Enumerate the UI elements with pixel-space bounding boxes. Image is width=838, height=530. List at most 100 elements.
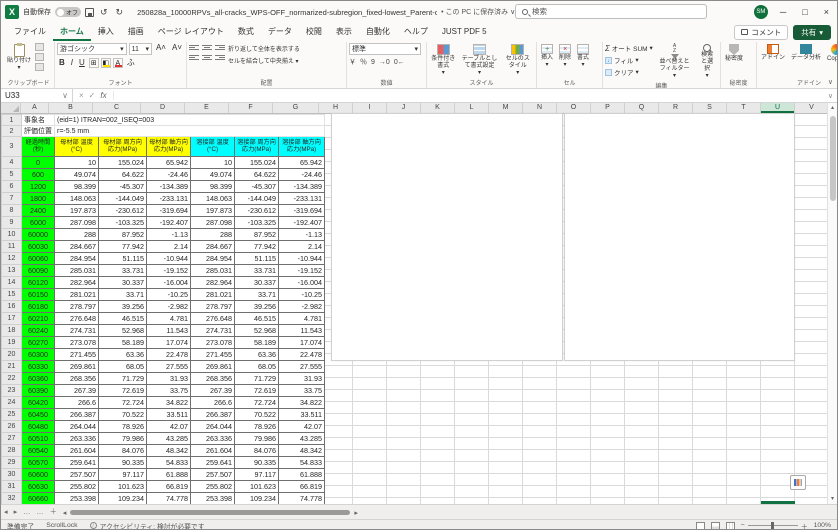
search-input[interactable]: 検索 bbox=[515, 4, 707, 19]
data-cell[interactable]: 60120 bbox=[22, 277, 55, 289]
data-cell[interactable]: 30.337 bbox=[99, 277, 147, 289]
data-cell[interactable]: -24.46 bbox=[147, 169, 191, 181]
fill-color-button[interactable]: ◧ bbox=[101, 58, 111, 68]
data-cell[interactable]: 42.07 bbox=[147, 421, 191, 433]
data-cell[interactable]: 33.731 bbox=[99, 265, 147, 277]
data-cell[interactable]: 268.356 bbox=[55, 373, 99, 385]
tab-insert[interactable]: 挿入 bbox=[91, 23, 121, 41]
decrease-decimal-icon[interactable]: 0← bbox=[394, 59, 405, 66]
data-cell[interactable]: -16.004 bbox=[147, 277, 191, 289]
data-cell[interactable]: 253.398 bbox=[55, 493, 99, 505]
data-cell[interactable]: 155.024 bbox=[99, 157, 147, 169]
zoom-slider[interactable]: − ＋ bbox=[741, 521, 808, 530]
row-header-28[interactable]: 28 bbox=[2, 445, 22, 457]
redo-icon[interactable]: ↻ bbox=[114, 7, 126, 18]
clipboard-group-label[interactable]: クリップボード bbox=[5, 78, 52, 88]
row-header-4[interactable]: 4 bbox=[2, 157, 22, 169]
tab-help[interactable]: ヘルプ bbox=[397, 23, 435, 41]
data-cell[interactable]: 278.797 bbox=[191, 301, 235, 313]
data-cell[interactable]: -10.944 bbox=[279, 253, 325, 265]
sensitivity-group-label[interactable]: 秘密度 bbox=[723, 78, 754, 88]
data-cell[interactable]: 11.543 bbox=[279, 325, 325, 337]
row-header-12[interactable]: 12 bbox=[2, 253, 22, 265]
data-cell[interactable]: -230.612 bbox=[235, 205, 279, 217]
data-cell[interactable]: 52.968 bbox=[99, 325, 147, 337]
addins-button[interactable]: アドイン bbox=[759, 43, 787, 63]
alignment-group-label[interactable]: 配置 bbox=[189, 78, 344, 88]
insert-cells-button[interactable]: +挿入▾ bbox=[539, 43, 555, 70]
more-sheets-icon[interactable]: … bbox=[33, 505, 46, 519]
page-layout-view-icon[interactable] bbox=[711, 522, 720, 530]
data-cell[interactable]: 98.399 bbox=[191, 181, 235, 193]
data-cell[interactable]: 60510 bbox=[22, 433, 55, 445]
column-header-N[interactable]: N bbox=[523, 103, 557, 113]
row-header-5[interactable]: 5 bbox=[2, 169, 22, 181]
align-center-icon[interactable] bbox=[202, 53, 212, 61]
number-group-label[interactable]: 数値 bbox=[349, 78, 424, 88]
data-cell[interactable]: 84.076 bbox=[235, 445, 279, 457]
data-cell[interactable]: 253.398 bbox=[191, 493, 235, 505]
data-cell[interactable]: 46.515 bbox=[99, 313, 147, 325]
data-cell[interactable]: 197.873 bbox=[191, 205, 235, 217]
row-header-10[interactable]: 10 bbox=[2, 229, 22, 241]
zoom-knob[interactable] bbox=[771, 522, 774, 529]
row-header-31[interactable]: 31 bbox=[2, 481, 22, 493]
zoom-track[interactable] bbox=[748, 525, 798, 526]
avatar[interactable]: SM bbox=[754, 5, 768, 19]
row-header-13[interactable]: 13 bbox=[2, 265, 22, 277]
data-cell[interactable]: 39.256 bbox=[235, 301, 279, 313]
horizontal-scroll-thumb[interactable] bbox=[70, 510, 350, 515]
data-cell[interactable]: 68.05 bbox=[99, 361, 147, 373]
tab-view[interactable]: 表示 bbox=[329, 23, 359, 41]
data-cell[interactable]: 17.074 bbox=[279, 337, 325, 349]
column-header-D[interactable]: D bbox=[141, 103, 185, 113]
data-cell[interactable]: -233.131 bbox=[279, 193, 325, 205]
autosum-button[interactable]: Σオート SUM ▾ bbox=[605, 43, 653, 53]
data-cell[interactable]: 48.342 bbox=[279, 445, 325, 457]
data-cell[interactable]: -192.407 bbox=[147, 217, 191, 229]
data-cell[interactable]: 31.93 bbox=[147, 373, 191, 385]
data-cell[interactable]: -24.46 bbox=[279, 169, 325, 181]
data-cell[interactable]: 267.39 bbox=[55, 385, 99, 397]
row-header-2[interactable]: 2 bbox=[2, 126, 22, 137]
data-cell[interactable]: 22.478 bbox=[279, 349, 325, 361]
data-cell[interactable]: 43.285 bbox=[147, 433, 191, 445]
data-cell[interactable]: 60060 bbox=[22, 253, 55, 265]
data-cell[interactable]: 79.986 bbox=[99, 433, 147, 445]
column-header-L[interactable]: L bbox=[455, 103, 489, 113]
data-cell[interactable]: -2.982 bbox=[279, 301, 325, 313]
paste-button[interactable]: 貼り付け▾ bbox=[5, 43, 33, 73]
saved-status[interactable]: • この PC に保存済み ∨ bbox=[441, 7, 515, 17]
data-cell[interactable]: 33.511 bbox=[279, 409, 325, 421]
tab-automate[interactable]: 自動化 bbox=[359, 23, 397, 41]
data-cell[interactable]: 63.36 bbox=[99, 349, 147, 361]
font-name-select[interactable]: 游ゴシック▾ bbox=[57, 43, 127, 55]
italic-button[interactable]: I bbox=[69, 58, 75, 67]
data-cell[interactable]: 287.098 bbox=[55, 217, 99, 229]
data-cell[interactable]: 48.342 bbox=[147, 445, 191, 457]
data-cell[interactable]: 276.648 bbox=[55, 313, 99, 325]
data-cell[interactable]: 61.888 bbox=[147, 469, 191, 481]
column-header-E[interactable]: E bbox=[185, 103, 229, 113]
column-header-R[interactable]: R bbox=[659, 103, 693, 113]
stress-history-chart[interactable] bbox=[564, 113, 795, 361]
data-cell[interactable]: 79.986 bbox=[235, 433, 279, 445]
row-header-16[interactable]: 16 bbox=[2, 301, 22, 313]
data-cell[interactable]: 60210 bbox=[22, 313, 55, 325]
data-cell[interactable]: 52.968 bbox=[235, 325, 279, 337]
data-cell[interactable]: 267.39 bbox=[191, 385, 235, 397]
data-cell[interactable]: 61.888 bbox=[279, 469, 325, 481]
borders-button[interactable]: ⊞ bbox=[89, 58, 99, 68]
data-cell[interactable]: 274.731 bbox=[55, 325, 99, 337]
tab-home[interactable]: ホーム bbox=[53, 23, 91, 41]
data-cell[interactable]: 72.619 bbox=[99, 385, 147, 397]
fill-button[interactable]: ↓フィル ▾ bbox=[605, 55, 653, 65]
wrap-text-button[interactable]: 折り返して全体を表示する bbox=[228, 44, 300, 53]
info-value[interactable]: r=-5.5 mm bbox=[55, 126, 325, 137]
data-cell[interactable]: -233.131 bbox=[147, 193, 191, 205]
page-break-view-icon[interactable] bbox=[726, 522, 735, 530]
percent-icon[interactable]: ％ bbox=[360, 57, 367, 67]
data-cell[interactable]: 263.336 bbox=[55, 433, 99, 445]
data-cell[interactable]: 58.189 bbox=[99, 337, 147, 349]
data-cell[interactable]: 60270 bbox=[22, 337, 55, 349]
